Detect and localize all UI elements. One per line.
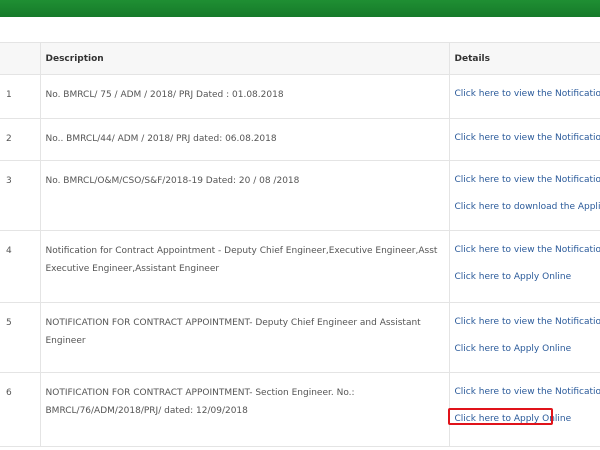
header-sl: [0, 42, 40, 75]
row-description: NOTIFICATION FOR CONTRACT APPOINTMENT- S…: [45, 388, 355, 416]
notifications-table: Description Details 1 No. BMRCL/ 75 / AD…: [0, 42, 600, 447]
apply-online-link[interactable]: Click here to Apply Online: [455, 269, 600, 285]
table-row: 4 Notification for Contract Appointment …: [0, 230, 600, 303]
table-header-row: Description Details: [0, 42, 600, 75]
row-description: NOTIFICATION FOR CONTRACT APPOINTMENT- D…: [45, 318, 421, 346]
header-description: Description: [39, 42, 449, 75]
row-number: 2: [6, 134, 12, 144]
view-notification-link[interactable]: Click here to view the Notification: [455, 130, 600, 146]
highlight-annotation-box: [448, 408, 553, 425]
view-notification-link[interactable]: Click here to view the Notification: [455, 242, 600, 258]
download-application-form-link[interactable]: Click here to download the Application f…: [455, 199, 600, 215]
view-notification-link[interactable]: Click here to view the Notification: [455, 86, 600, 102]
row-number: 1: [6, 90, 12, 100]
spacer: [0, 17, 600, 42]
table-row: 1 No. BMRCL/ 75 / ADM / 2018/ PRJ Dated …: [0, 74, 600, 119]
row-number: 5: [6, 318, 12, 328]
view-notification-link[interactable]: Click here to view the Notification: [455, 384, 600, 400]
row-description: Notification for Contract Appointment - …: [45, 246, 438, 274]
table-row: 3 No. BMRCL/O&M/CSO/S&F/2018-19 Dated: 2…: [0, 160, 600, 231]
row-number: 4: [6, 246, 12, 256]
row-number: 6: [6, 388, 12, 398]
green-header-bar: [0, 0, 600, 17]
table-row: 2 No.. BMRCL/44/ ADM / 2018/ PRJ dated: …: [0, 118, 600, 161]
view-notification-link[interactable]: Click here to view the Notification: [455, 172, 600, 188]
view-notification-link[interactable]: Click here to view the Notification: [455, 314, 600, 330]
page: Description Details 1 No. BMRCL/ 75 / AD…: [0, 0, 600, 450]
row-number: 3: [6, 176, 12, 186]
table-row: 5 NOTIFICATION FOR CONTRACT APPOINTMENT-…: [0, 302, 600, 373]
header-details: Details: [448, 42, 600, 75]
row-description: No.. BMRCL/44/ ADM / 2018/ PRJ dated: 06…: [45, 134, 277, 144]
row-description: No. BMRCL/O&M/CSO/S&F/2018-19 Dated: 20 …: [45, 176, 300, 186]
row-description: No. BMRCL/ 75 / ADM / 2018/ PRJ Dated : …: [45, 90, 284, 100]
apply-online-link[interactable]: Click here to Apply Online: [455, 341, 600, 357]
